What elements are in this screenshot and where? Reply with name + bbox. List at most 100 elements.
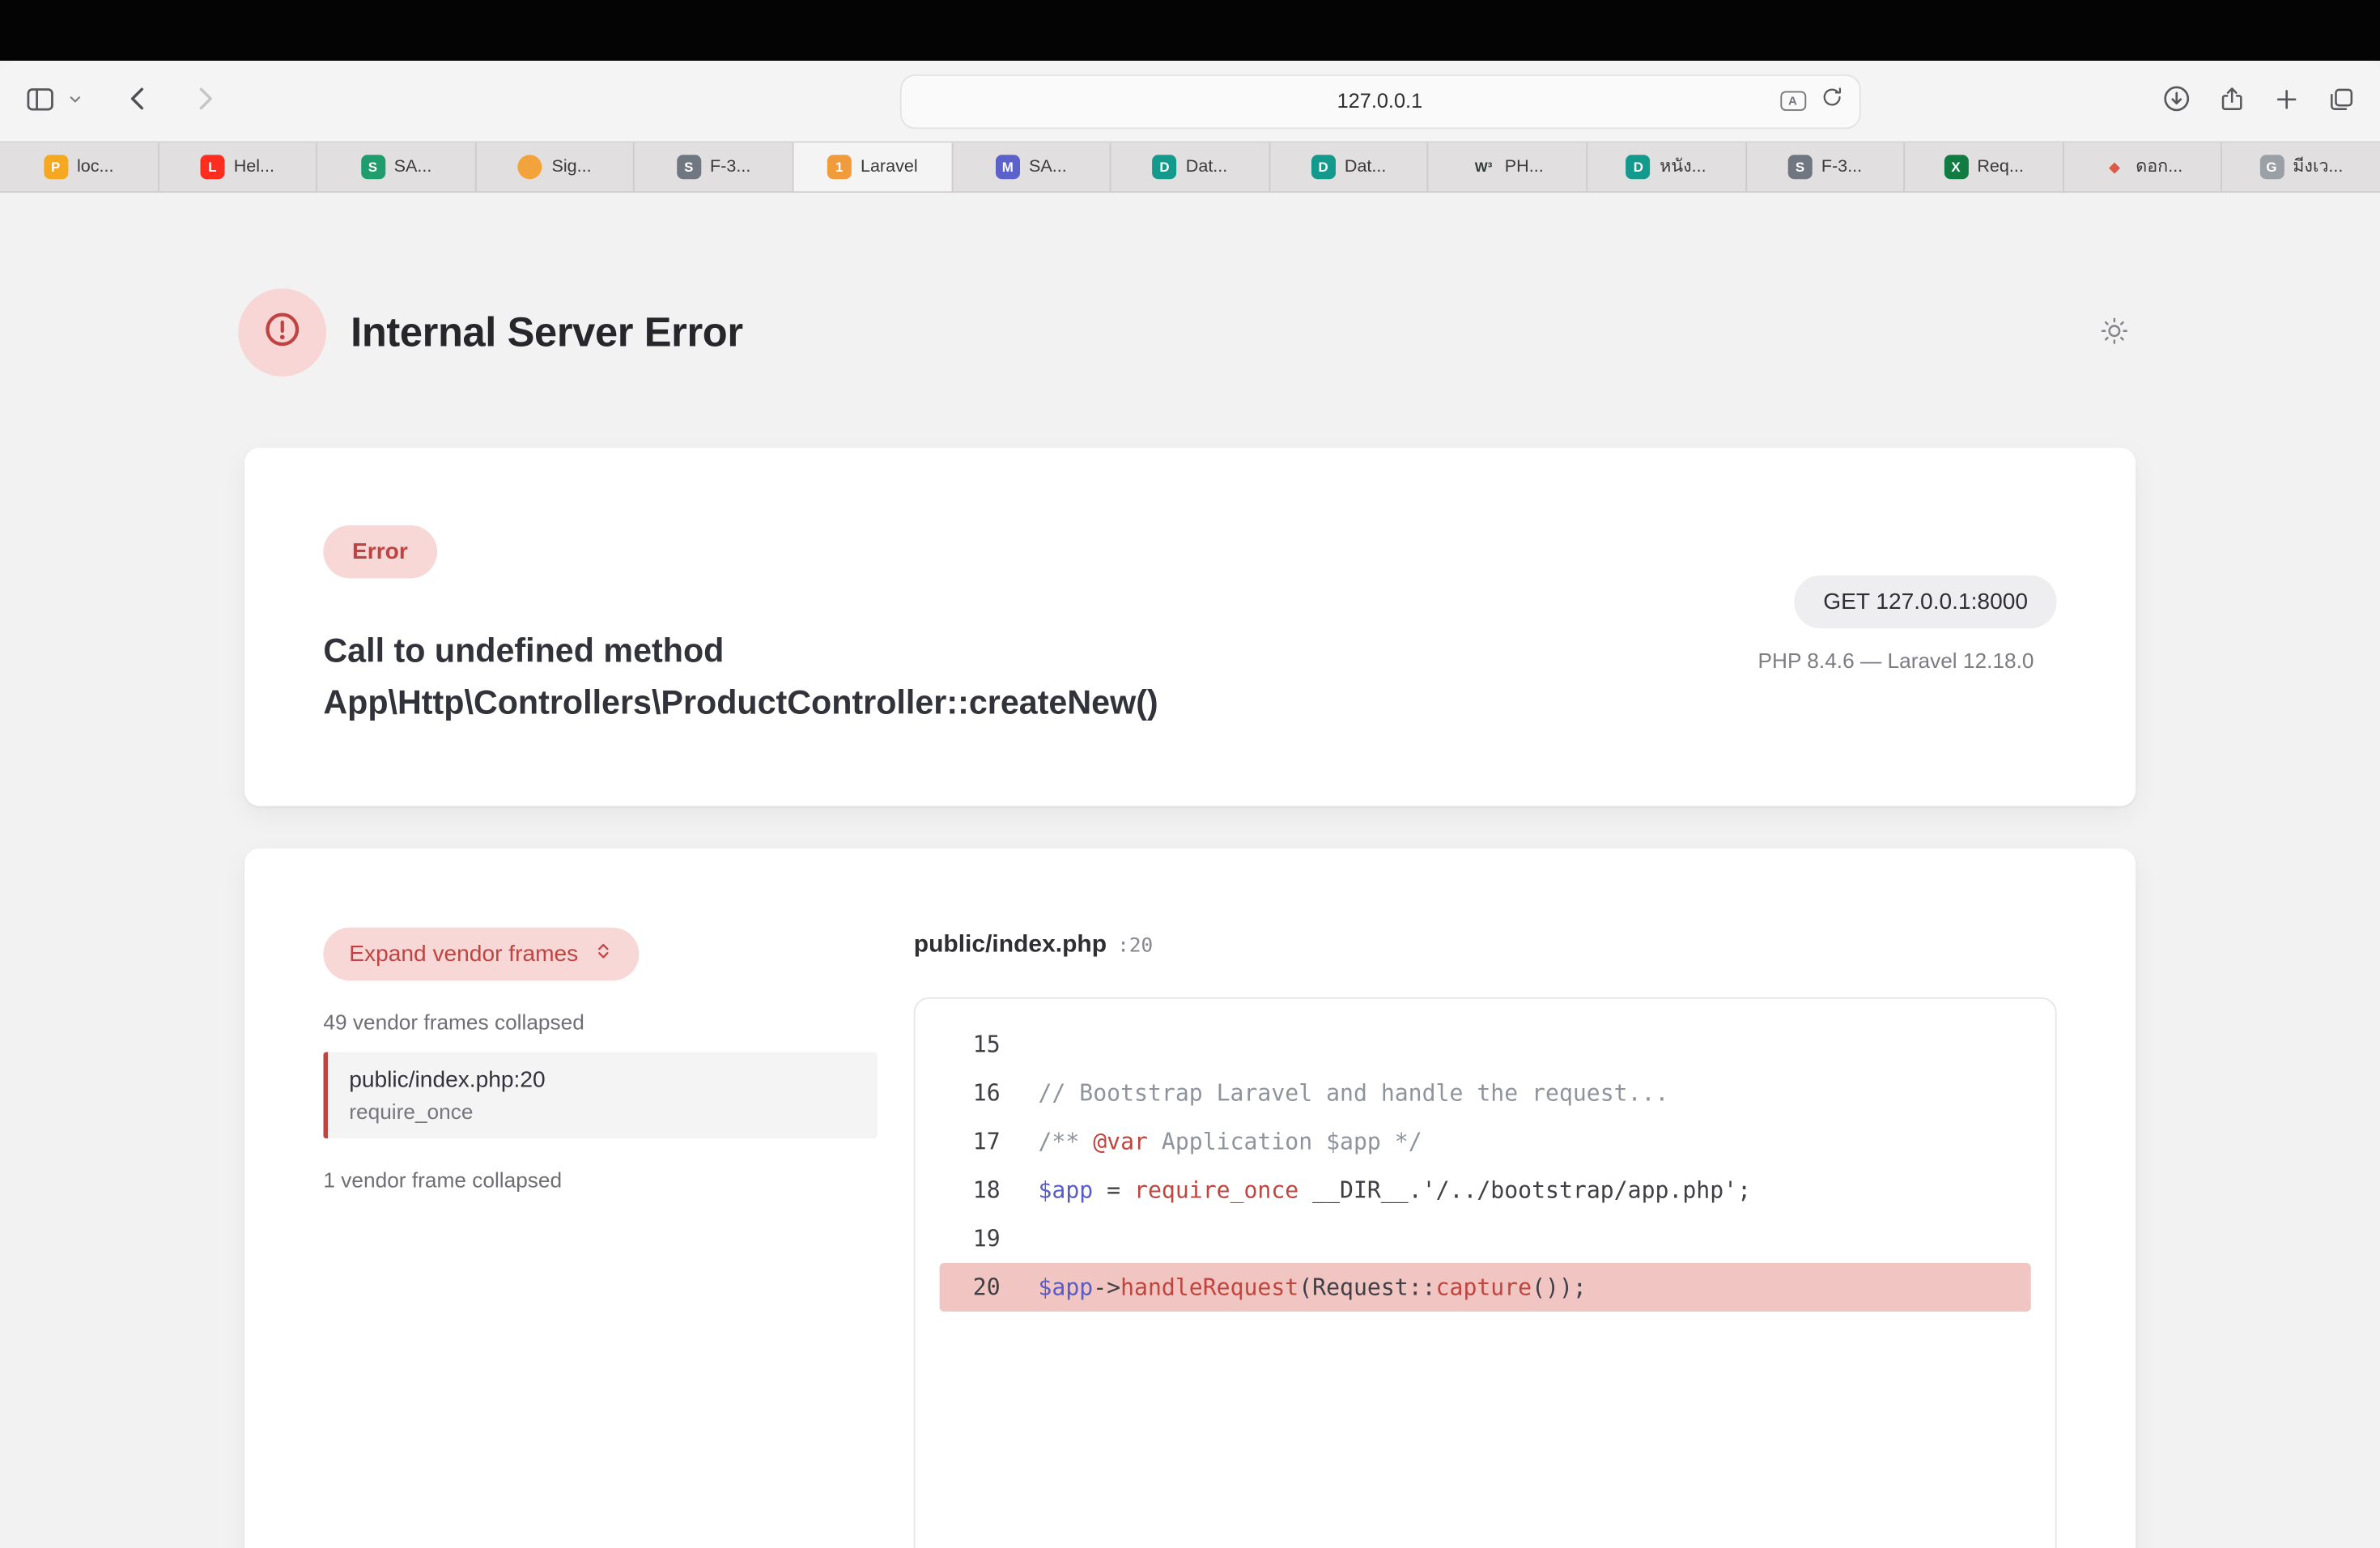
source-text: $app = require_once __DIR__.'/../bootstr… [1039,1176,1752,1204]
browser-tab[interactable]: Sig... [476,142,635,191]
code-file-name: public/index.php [914,932,1107,958]
stack-frames-column: Expand vendor frames 49 vendor frames co… [323,928,877,1548]
code-line: 19 [940,1214,2031,1263]
browser-tab[interactable]: MSA... [953,142,1111,191]
stack-frame-item[interactable]: public/index.php:20 require_once [323,1052,877,1138]
share-button[interactable] [2217,84,2246,117]
toolbar-left [24,83,677,119]
error-circle [238,288,326,376]
browser-tab[interactable]: W³ PH... [1429,142,1587,191]
code-preview-column: public/index.php :20 15 16 // Bootstrap Lar… [914,928,2057,1548]
safari-chrome: 127.0.0.1 A [0,61,2380,193]
gray-s-favicon: S [1788,155,1813,179]
plus-icon [2272,84,2301,117]
browser-tab[interactable]: D หนัง... [1587,142,1746,191]
tab-label: Req... [1977,158,2024,176]
tab-label: SA... [394,158,432,176]
code-line: 15 [940,1020,2031,1069]
tab-label: Hel... [234,158,274,176]
line-number: 20 [946,1274,1001,1301]
teal-favicon: D [1626,155,1651,179]
vendor-frames-collapsed-below: 1 vendor frame collapsed [323,1167,877,1192]
browser-tab[interactable]: Ploc... [0,142,159,191]
new-tab-button[interactable] [2272,84,2301,117]
browser-tab[interactable]: 1Laravel [794,142,953,191]
address-bar-url: 127.0.0.1 [901,90,1859,113]
sidebar-icon [24,83,56,119]
forward-chevron-icon [189,83,220,118]
stack-frame-file: public/index.php:20 [349,1067,856,1093]
tab-label: หนัง... [1660,153,1706,181]
tab-label: PH... [1505,158,1544,176]
tab-group-chevron-button[interactable] [67,90,84,113]
toolbar-center: 127.0.0.1 A [677,74,2082,129]
w3schools-favicon: W³ [1472,155,1496,179]
laravel-favicon: L [200,155,224,179]
reload-icon[interactable] [1819,85,1843,117]
error-page: Internal Server Error Error Call to unde… [0,193,2380,1548]
tab-label: Sig... [552,158,592,176]
vendor-frames-collapsed-above: 49 vendor frames collapsed [323,1010,877,1034]
line-number: 16 [946,1079,1001,1107]
tab-label: ดอก... [2136,153,2182,181]
teal-favicon: D [1311,155,1336,179]
share-icon [2217,84,2246,117]
expand-vendor-frames-button[interactable]: Expand vendor frames [323,928,639,981]
browser-tab[interactable]: S SA... [317,142,476,191]
code-lines: 15 16 // Bootstrap Laravel and handle the … [940,1020,2031,1312]
screen: 127.0.0.1 A [0,0,2380,1548]
page-header: Internal Server Error [244,288,2136,376]
expand-button-label: Expand vendor frames [349,942,578,968]
chevrons-up-down-icon [593,942,613,968]
browser-tab[interactable]: X Req... [1905,142,2063,191]
teal-favicon: D [1153,155,1177,179]
browser-tab[interactable]: DDat... [1111,142,1270,191]
browser-tab[interactable]: Gมีงเว... [2223,142,2380,191]
code-block: 15 16 // Bootstrap Laravel and handle the … [914,997,2057,1548]
downloads-button[interactable] [2161,83,2192,118]
tab-label: Dat... [1345,158,1387,176]
exception-card: Error Call to undefined method App\Http\… [244,448,2136,806]
theme-toggle-button[interactable] [2099,315,2130,350]
back-chevron-icon [123,83,154,118]
tab-label: F-3... [710,158,750,176]
code-line: 16 // Bootstrap Laravel and handle the re… [940,1069,2031,1117]
sidebar-toggle-button[interactable] [24,83,56,119]
tab-overview-button[interactable] [2327,84,2356,117]
browser-tab[interactable]: L Hel... [159,142,317,191]
browser-tab[interactable]: SF-3... [1746,142,1905,191]
tab-strip: Ploc...LHel...SSA...Sig...SF-3...1Larave… [0,141,2380,193]
m-blue-favicon: M [996,155,1020,179]
address-bar[interactable]: 127.0.0.1 A [899,74,1860,129]
stack-trace-card: Expand vendor frames 49 vendor frames co… [244,848,2136,1548]
environment-versions: PHP 8.4.6 — Laravel 12.18.0 [1758,649,2057,673]
toolbar-right [2083,83,2357,118]
alert-icon [262,309,302,356]
browser-toolbar: 127.0.0.1 A [0,61,2380,141]
exception-message: Call to undefined method App\Http\Contro… [323,626,1386,729]
forward-button[interactable] [189,83,220,118]
code-line: 20$app->handleRequest(Request::capture()… [940,1263,2031,1312]
code-line-ref: :20 [1117,935,1153,958]
excel-favicon: X [1944,155,1968,179]
code-line: 18$app = require_once __DIR__.'/../boots… [940,1166,2031,1214]
tab-label: loc... [77,158,114,176]
address-bar-icons: A [1779,85,1843,117]
browser-tab[interactable]: ◆ดอก... [2063,142,2222,191]
translate-icon[interactable]: A [1779,91,1805,111]
source-text: // Bootstrap Laravel and handle the requ… [1039,1079,1669,1107]
browser-tab[interactable]: D Dat... [1270,142,1429,191]
error-badge: Error [323,525,436,579]
line-number: 17 [946,1128,1001,1155]
exception-card-left: Error Call to undefined method App\Http\… [323,525,1386,729]
chevron-down-icon [67,90,84,113]
stack-frame-method: require_once [349,1099,856,1124]
phpmyadmin-favicon: P [44,155,68,179]
code-file-header: public/index.php :20 [914,928,2057,959]
tab-label: มีงเว... [2293,153,2343,181]
code-line: 17/** @var Application $app */ [940,1117,2031,1166]
green-s-favicon: S [360,155,385,179]
back-button[interactable] [123,83,154,118]
download-icon [2161,83,2192,118]
browser-tab[interactable]: SF-3... [635,142,793,191]
